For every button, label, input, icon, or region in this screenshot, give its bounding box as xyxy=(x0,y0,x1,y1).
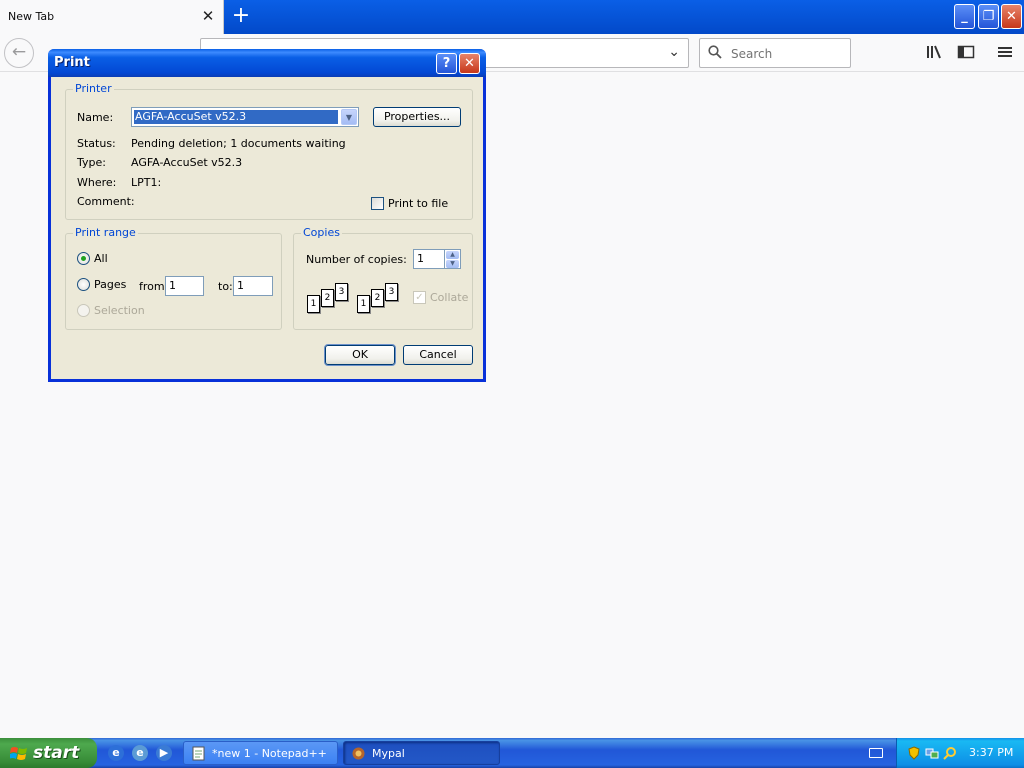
printer-name-select[interactable]: AGFA-AccuSet v52.3 ▼ xyxy=(131,107,359,127)
copies-field[interactable]: 1 xyxy=(413,249,445,269)
library-icon[interactable] xyxy=(924,44,944,62)
keyboard-icon[interactable] xyxy=(869,748,883,758)
network-icon[interactable] xyxy=(925,746,939,760)
close-tab-icon[interactable]: ✕ xyxy=(199,6,217,26)
search-icon[interactable] xyxy=(943,746,957,760)
tab-new-tab[interactable]: New Tab ✕ xyxy=(0,0,224,34)
cancel-button[interactable]: Cancel xyxy=(403,345,473,365)
selection-radio xyxy=(77,304,90,317)
all-radio[interactable] xyxy=(77,252,90,265)
internet-explorer-icon[interactable]: e xyxy=(108,745,124,761)
type-label: Type: xyxy=(77,156,106,169)
dialog-title: Print xyxy=(54,55,90,70)
pages-radio[interactable] xyxy=(77,278,90,291)
help-button[interactable]: ? xyxy=(436,53,457,74)
printer-name-value: AGFA-AccuSet v52.3 xyxy=(133,109,339,125)
minimize-button[interactable]: _ xyxy=(954,4,975,29)
restore-icon: ❐ xyxy=(982,9,995,24)
from-field[interactable]: 1 xyxy=(165,276,204,296)
all-label[interactable]: All xyxy=(94,252,108,265)
printer-group-label: Printer xyxy=(73,82,114,95)
collate-pages-icon: 3 2 1 xyxy=(307,283,353,317)
tab-title: New Tab xyxy=(8,10,55,23)
dialog-close-button[interactable]: ✕ xyxy=(459,53,480,74)
start-label: start xyxy=(33,743,80,763)
restore-button[interactable]: ❐ xyxy=(978,4,999,29)
system-tray: 3:37 PM xyxy=(896,738,1024,768)
start-button[interactable]: start xyxy=(0,738,97,768)
print-range-label: Print range xyxy=(73,226,138,239)
new-tab-button[interactable]: + xyxy=(229,3,253,29)
clock[interactable]: 3:37 PM xyxy=(969,746,1013,759)
taskbar-item-mypal[interactable]: Mypal xyxy=(343,741,500,765)
quick-launch-browser-icon[interactable]: e xyxy=(132,745,148,761)
search-input[interactable]: Search xyxy=(699,38,851,68)
print-dialog: Print ? ✕ Printer Name: AGFA-AccuSet v52… xyxy=(48,49,486,382)
windows-logo-icon xyxy=(10,747,27,760)
collate-label: Collate xyxy=(430,291,469,304)
sidebar-icon[interactable] xyxy=(956,44,976,62)
taskbar-item-notepad[interactable]: *new 1 - Notepad++ xyxy=(183,741,338,765)
properties-button[interactable]: Properties... xyxy=(373,107,461,127)
collate-pages-icon: 3 2 1 xyxy=(357,283,403,317)
taskbar-item-label: *new 1 - Notepad++ xyxy=(212,747,327,760)
search-icon xyxy=(708,45,722,59)
minimize-icon: _ xyxy=(961,9,968,24)
to-field[interactable]: 1 xyxy=(233,276,273,296)
print-to-file-label[interactable]: Print to file xyxy=(388,197,448,210)
security-shield-icon[interactable] xyxy=(907,746,921,760)
name-label: Name: xyxy=(77,111,114,124)
copies-group-label: Copies xyxy=(301,226,342,239)
hamburger-menu-icon[interactable] xyxy=(995,44,1015,62)
search-placeholder: Search xyxy=(731,47,773,61)
print-to-file-checkbox[interactable] xyxy=(371,197,384,210)
dialog-titlebar[interactable]: Print ? ✕ xyxy=(48,49,486,77)
comment-label: Comment: xyxy=(77,195,135,208)
selection-label: Selection xyxy=(94,304,145,317)
spin-down-icon[interactable]: ▼ xyxy=(446,260,459,268)
where-value: LPT1: xyxy=(131,176,162,189)
status-label: Status: xyxy=(77,137,116,150)
from-label: from: xyxy=(139,280,169,293)
collate-checkbox: ✓ xyxy=(413,291,426,304)
status-value: Pending deletion; 1 documents waiting xyxy=(131,137,346,150)
chevron-down-icon[interactable]: ▼ xyxy=(341,109,357,125)
arrow-left-icon: ← xyxy=(11,42,27,62)
media-player-icon[interactable]: ▶ xyxy=(156,745,172,761)
window-close-button[interactable]: ✕ xyxy=(1001,4,1022,29)
notepad-icon xyxy=(192,746,205,761)
ok-button[interactable]: OK xyxy=(324,344,396,366)
to-label: to: xyxy=(218,280,233,293)
mypal-icon xyxy=(352,747,365,760)
taskbar: start e e ▶ *new 1 - Notepad++ Mypal 3:3… xyxy=(0,738,1024,768)
close-icon: ✕ xyxy=(1006,9,1017,24)
back-button[interactable]: ← xyxy=(4,38,34,68)
where-label: Where: xyxy=(77,176,117,189)
copies-spinner[interactable]: ▲ ▼ xyxy=(445,249,461,269)
taskbar-item-label: Mypal xyxy=(372,747,405,760)
chevron-down-icon[interactable]: ⌄ xyxy=(668,44,680,60)
number-of-copies-label: Number of copies: xyxy=(306,253,407,266)
tab-strip: New Tab ✕ + _ ❐ ✕ xyxy=(0,0,1024,34)
type-value: AGFA-AccuSet v52.3 xyxy=(131,156,243,169)
pages-label[interactable]: Pages xyxy=(94,278,126,291)
spin-up-icon[interactable]: ▲ xyxy=(446,251,459,259)
